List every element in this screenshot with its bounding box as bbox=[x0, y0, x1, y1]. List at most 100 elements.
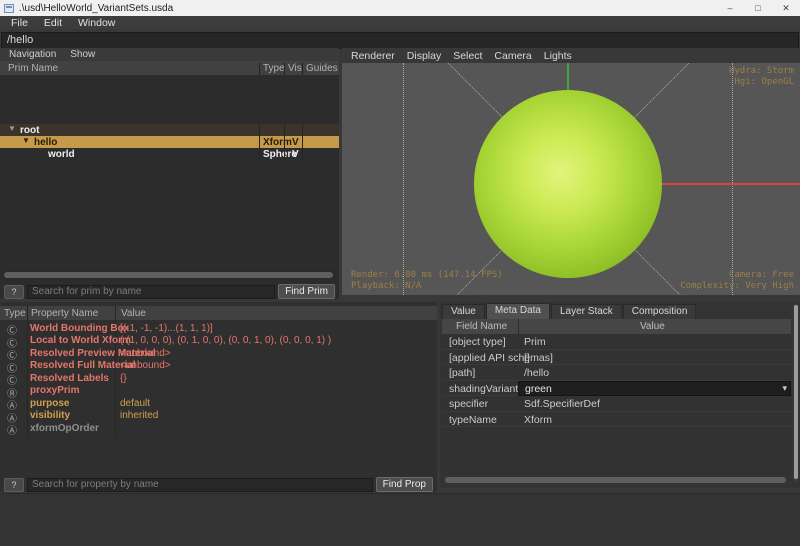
viewport-menu-display[interactable]: Display bbox=[402, 50, 446, 62]
tab-layer-stack[interactable]: Layer Stack bbox=[551, 304, 622, 319]
metadata-row-specifier[interactable]: specifierSdf.SpecifierDef bbox=[442, 396, 791, 412]
property-name: purpose bbox=[30, 398, 69, 409]
field-value: [] bbox=[524, 352, 530, 364]
close-button[interactable]: ✕ bbox=[772, 0, 800, 16]
field-name: specifier bbox=[449, 398, 488, 410]
property-value: inherited bbox=[120, 410, 158, 421]
col-prop-name[interactable]: Property Name bbox=[31, 308, 98, 319]
chevron-down-icon[interactable]: ▾ bbox=[782, 383, 787, 394]
property-row-resolved-preview-material[interactable]: ⒸResolved Preview Material<unbound> bbox=[0, 347, 437, 360]
maximize-button[interactable]: □ bbox=[744, 0, 772, 16]
find-prop-button[interactable]: Find Prop bbox=[376, 477, 433, 492]
minimize-button[interactable]: – bbox=[716, 0, 744, 16]
col-prim-name[interactable]: Prim Name bbox=[8, 63, 58, 74]
property-row-xformoporder[interactable]: ⒶxformOpOrder bbox=[0, 422, 437, 435]
prim-name: hello bbox=[34, 137, 57, 148]
property-panel: Type Property Name Value ⒸWorld Bounding… bbox=[0, 302, 437, 492]
field-name: [object type] bbox=[449, 336, 506, 348]
prim-search-help-button[interactable]: ? bbox=[4, 285, 24, 299]
property-row-proxyprim[interactable]: ⓇproxyPrim bbox=[0, 385, 437, 398]
metadata-vscrollbar[interactable] bbox=[793, 304, 798, 482]
prim-row-world[interactable]: worldSphereV bbox=[0, 148, 339, 160]
expand-arrow-icon[interactable]: ▼ bbox=[22, 136, 30, 145]
prim-row-hello[interactable]: ▼helloXformV bbox=[0, 136, 339, 148]
y-axis-line bbox=[567, 63, 569, 91]
property-value: default bbox=[120, 398, 150, 409]
title-bar: .\usd\HelloWorld_VariantSets.usda – □ ✕ bbox=[0, 0, 800, 16]
viewport-menu-select[interactable]: Select bbox=[448, 50, 487, 62]
prim-path-input[interactable] bbox=[1, 32, 799, 49]
viewport-menu-camera[interactable]: Camera bbox=[489, 50, 536, 62]
menu-edit[interactable]: Edit bbox=[38, 17, 68, 29]
metadata-row-applied-api-schemas[interactable]: [applied API schemas][] bbox=[442, 350, 791, 366]
tab-value[interactable]: Value bbox=[442, 304, 485, 319]
property-name: World Bounding Box bbox=[30, 323, 129, 334]
menu-file[interactable]: File bbox=[5, 17, 34, 29]
field-name: typeName bbox=[449, 414, 497, 426]
property-row-purpose[interactable]: Ⓐpurposedefault bbox=[0, 397, 437, 410]
prop-search-help-button[interactable]: ? bbox=[4, 478, 24, 492]
col-guides[interactable]: Guides bbox=[306, 63, 338, 74]
metadata-row-object-type[interactable]: [object type] Prim bbox=[442, 334, 791, 350]
disabled-type-icon: Ⓐ bbox=[7, 422, 17, 437]
hud-camera-info: Camera: Free Complexity: Very High bbox=[680, 270, 794, 292]
prop-search-input[interactable] bbox=[27, 478, 373, 492]
prim-menu-show[interactable]: Show bbox=[64, 49, 101, 60]
viewport-menu-lights[interactable]: Lights bbox=[539, 50, 577, 62]
find-prim-button[interactable]: Find Prim bbox=[278, 284, 335, 299]
viewport-menu-renderer[interactable]: Renderer bbox=[346, 50, 400, 62]
property-row-resolved-labels[interactable]: ⒸResolved Labels{} bbox=[0, 372, 437, 385]
metadata-header: Field Name Value bbox=[442, 319, 791, 334]
field-value: /hello bbox=[524, 367, 549, 379]
col-field-value[interactable]: Value bbox=[640, 321, 665, 332]
frustum-guide-left bbox=[403, 63, 404, 295]
x-axis-line bbox=[660, 183, 800, 185]
property-name: proxyPrim bbox=[30, 385, 79, 396]
sphere-prim[interactable] bbox=[474, 90, 662, 278]
prim-tree-header: Prim Name Type Vis Guides bbox=[0, 61, 339, 75]
field-value: Xform bbox=[524, 414, 552, 426]
property-name: Resolved Labels bbox=[30, 373, 109, 384]
prim-search-input[interactable] bbox=[27, 285, 275, 299]
col-prop-value[interactable]: Value bbox=[121, 308, 146, 319]
path-bar bbox=[0, 29, 800, 48]
metadata-table: Field Name Value [object type] Prim [appli… bbox=[442, 319, 791, 475]
field-value: Prim bbox=[524, 336, 546, 348]
expand-arrow-icon[interactable]: ▼ bbox=[8, 124, 16, 133]
property-name: xformOpOrder bbox=[30, 423, 99, 434]
usdview-window: .\usd\HelloWorld_VariantSets.usda – □ ✕ … bbox=[0, 0, 800, 546]
menu-window[interactable]: Window bbox=[72, 17, 121, 29]
property-value: {} bbox=[120, 373, 127, 384]
property-value: <unbound> bbox=[120, 360, 171, 371]
frustum-guide-right bbox=[732, 63, 733, 295]
viewport-panel: RendererDisplaySelectCameraLights Hydra:… bbox=[342, 48, 800, 295]
viewport-canvas[interactable]: Hydra: Storm Hgi: OpenGL Render: 6.80 ms… bbox=[342, 63, 800, 295]
metadata-row-path[interactable]: [path]/hello bbox=[442, 365, 791, 381]
property-row-local-to-world-xform[interactable]: ⒸLocal to World Xform( (1, 0, 0, 0), (0,… bbox=[0, 335, 437, 348]
col-prop-type[interactable]: Type bbox=[4, 308, 26, 319]
prim-row-root[interactable]: ▼ root bbox=[0, 124, 339, 136]
app-icon bbox=[4, 4, 14, 13]
property-name: Local to World Xform bbox=[30, 335, 131, 346]
prim-panel-menubar: NavigationShow bbox=[0, 48, 339, 61]
prim-menu-navigation[interactable]: Navigation bbox=[3, 49, 62, 60]
tab-meta-data[interactable]: Meta Data bbox=[486, 303, 550, 319]
tab-composition[interactable]: Composition bbox=[623, 304, 697, 319]
col-field-name[interactable]: Field Name bbox=[456, 321, 507, 332]
property-row-visibility[interactable]: Ⓐvisibilityinherited bbox=[0, 410, 437, 423]
property-row-world-bounding-box[interactable]: ⒸWorld Bounding Box[(-1, -1, -1)...(1, 1… bbox=[0, 322, 437, 335]
metadata-hscrollbar[interactable] bbox=[444, 475, 789, 484]
prim-name: root bbox=[20, 125, 39, 136]
variant-select[interactable]: green ▾ bbox=[518, 381, 791, 397]
prim-tree-body: ▼root▼helloXformVworldSphereV bbox=[0, 75, 339, 268]
metadata-row-typename[interactable]: typeName Xform bbox=[442, 412, 791, 428]
metadata-tabbar: ValueMeta DataLayer StackComposition bbox=[442, 303, 696, 319]
metadata-row-shadingvariant-variant[interactable]: shadingVariant variantgreen▾ bbox=[442, 381, 791, 397]
prim-name: world bbox=[48, 149, 75, 160]
property-row-resolved-full-material[interactable]: ⒸResolved Full Material<unbound> bbox=[0, 360, 437, 373]
col-type[interactable]: Type bbox=[263, 63, 285, 74]
col-vis[interactable]: Vis bbox=[288, 63, 302, 74]
prim-tree-hscrollbar[interactable] bbox=[2, 270, 337, 279]
variant-selected-value: green bbox=[525, 383, 552, 395]
timeline-bar: 0.0 0.0 Play Frame: Redraw On Frame Scru… bbox=[0, 493, 800, 546]
